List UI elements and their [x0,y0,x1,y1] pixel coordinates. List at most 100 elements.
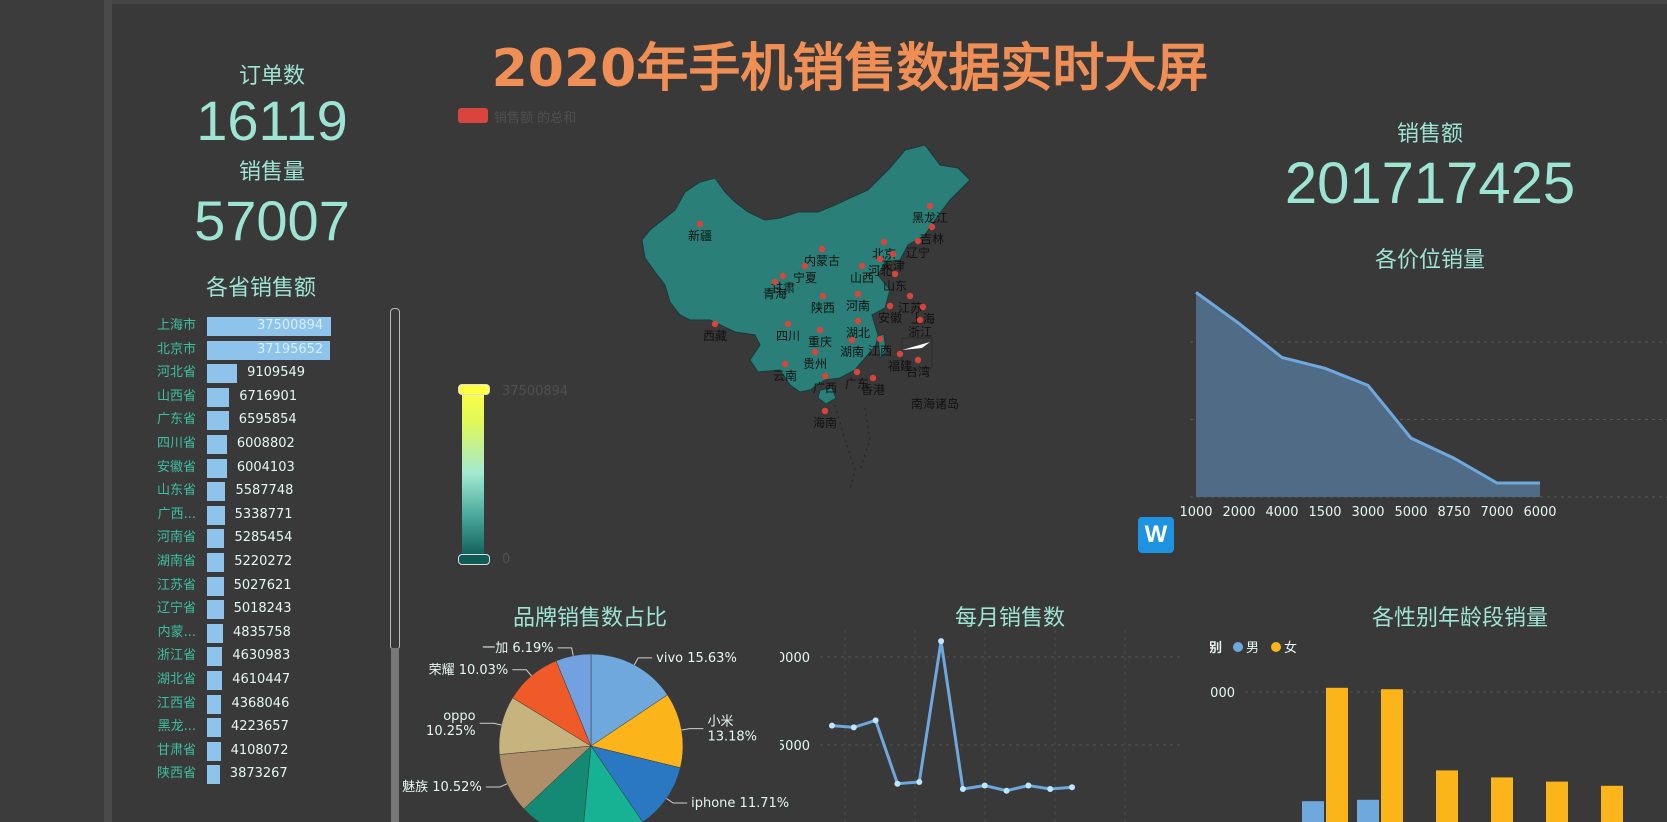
map-province-label: 上海 [911,311,935,326]
month-point [850,724,857,731]
map-province-dot [821,372,829,380]
map-province-dot [819,292,827,300]
map-province-label: 四川 [776,329,800,343]
china-map: 新疆西藏青海甘肃宁夏内蒙古黑龙江吉林辽宁北京天津河北山西陕西山东河南四川 重庆湖北… [641,144,971,491]
gender-bar-女 [1601,785,1623,822]
province-row[interactable]: 河北省 9109549 [138,363,388,384]
gender-bar-女 [1546,781,1568,822]
province-name: 河南省 [156,530,196,546]
province-row[interactable]: 山东省 5587748 [138,481,388,502]
province-row[interactable]: 江苏省 5027621 [138,576,388,596]
qty-label: 销售量 [238,160,305,185]
map-province-dot [711,320,719,328]
price-sales-chart: 0 千5 千10 千100020004000150030005000875070… [1180,291,1667,520]
price-x-tick: 6000 [1523,505,1556,520]
province-bar [207,694,222,714]
brand-pie-title: 品牌销售数占比 [512,606,667,631]
province-value: 4223657 [230,719,289,735]
map-province-dot [848,336,856,344]
map-province-label: 辽宁 [906,245,930,260]
province-value: 5285454 [234,530,293,546]
map-province-label: 吉林 [920,232,944,246]
province-row[interactable]: 湖南省 5220272 [138,552,388,572]
province-row[interactable]: 江西省 4368046 [138,694,388,714]
map-province-label: 海南 [813,415,837,430]
province-value: 4368046 [231,695,290,711]
visualmap-handle-top[interactable] [458,384,490,395]
map-province-label: 山东 [883,279,907,293]
province-row[interactable]: 四川省 6008802 [138,434,388,454]
map-province-dot [811,348,819,356]
province-row[interactable]: 安徽省 6004103 [138,458,388,478]
province-bar [207,623,223,643]
province-list-scrollbar[interactable] [390,308,400,650]
price-x-tick: 5000 [1394,505,1427,520]
sales-label: 销售额 [1396,122,1463,147]
month-point [829,722,835,729]
map-province-label: 香港 [861,383,885,397]
top-edge [112,0,1667,4]
province-row[interactable]: 广西... 5338771 [138,505,388,525]
south-sea-inset-mark [902,342,930,350]
province-row[interactable]: 广东省 6595854 [138,410,388,431]
month-y-tick: 5000 [780,739,810,754]
province-row[interactable]: 上海市 37500894 [138,316,388,336]
province-name: 陕西省 [156,766,196,782]
province-row[interactable]: 河南省 5285454 [138,528,388,549]
province-row[interactable]: 甘肃省 4108072 [138,741,388,761]
pie-label: 10.25% [426,724,476,739]
province-bar [207,411,229,431]
pie-label: 荣耀 10.03% [429,663,509,678]
w-app-icon[interactable]: W [1138,517,1174,553]
province-row[interactable]: 山西省 6716901 [138,387,388,407]
province-bar [207,718,221,738]
map-province-dot [896,350,904,358]
month-point [916,778,923,785]
map-province-label: 江西 [868,344,892,358]
map-province-dot [784,320,792,328]
province-row[interactable]: 辽宁省 5018243 [138,599,388,620]
month-point [872,717,879,724]
map-province-dot [781,360,789,368]
month-y-tick: 10000 [780,651,810,666]
province-row[interactable]: 北京市 37195652 [138,340,388,360]
province-value: 4610447 [232,672,291,687]
province-bar [207,600,224,620]
map-province-dot [916,316,924,324]
province-name: 江西省 [156,695,196,711]
map-province-dot [821,407,829,415]
province-bar [207,387,230,407]
province-row[interactable]: 内蒙... 4835758 [138,623,388,643]
map-province-label: 云南 [773,368,797,383]
map-province-dot [880,238,888,246]
province-bar [207,576,224,596]
province-row[interactable]: 湖北省 4610447 [138,670,388,690]
province-row[interactable]: 浙江省 4630983 [138,646,388,667]
map-province-label: 安徽 [878,310,902,325]
province-value: 3873267 [229,766,288,782]
province-row[interactable]: 陕西省 3873267 [138,764,388,785]
province-row[interactable]: 黑龙... 4223657 [138,717,388,738]
map-province-label: 广西 [813,381,837,395]
map-province-dot [801,262,809,270]
left-panel-strip [0,0,112,822]
province-bar [207,741,221,761]
map-province-label: 浙江 [908,325,932,339]
left-panel-edge [104,0,112,822]
visualmap-handle-bottom[interactable] [458,554,490,565]
map-province-dot [926,202,934,210]
province-value: 5027621 [233,577,292,593]
pie-label: 一加 6.19% [482,641,553,656]
map-province-dot [854,317,862,325]
price-x-tick: 8750 [1437,505,1470,520]
gender-bar-女 [1326,687,1348,822]
pie-label-line [557,647,574,656]
map-legend-swatch[interactable] [458,108,488,123]
map-province-dot [891,270,899,278]
map-province-label: 宁夏 [793,270,817,285]
visualmap-min-label: 0 [502,552,511,567]
map-province-label: 黑龙江 [912,211,948,225]
pie-label-line [512,669,532,677]
map-legend-label[interactable]: 销售额 的总和 [494,107,576,126]
pie-label-line [681,728,704,731]
